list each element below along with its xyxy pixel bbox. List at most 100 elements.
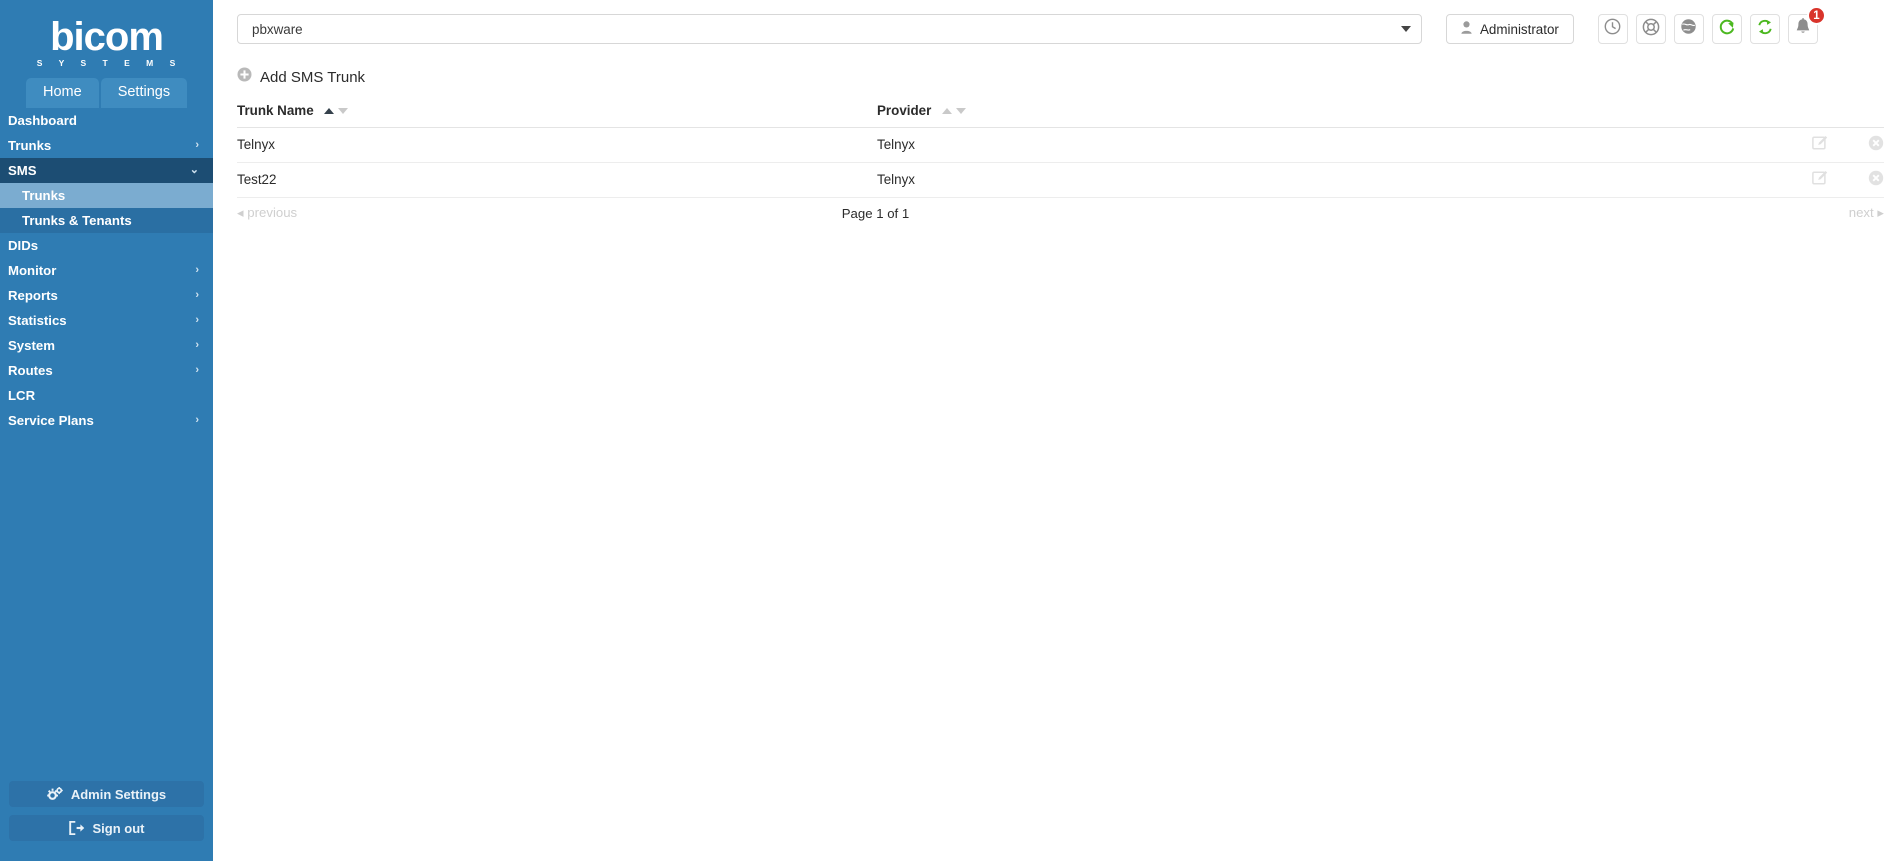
sort-ascending-icon[interactable] bbox=[942, 108, 953, 114]
cell-trunk-name: Telnyx bbox=[237, 127, 877, 163]
sidebar-item-label: Statistics bbox=[8, 313, 67, 328]
sidebar-item-dashboard[interactable]: Dashboard bbox=[0, 108, 213, 133]
next-page-label: next bbox=[1848, 205, 1874, 220]
cell-actions bbox=[1637, 162, 1884, 198]
column-header-label: Trunk Name bbox=[237, 103, 314, 118]
app-root: bicom S Y S T E M S Home Settings Dashbo… bbox=[0, 0, 1901, 861]
user-menu-button[interactable]: Administrator bbox=[1446, 14, 1574, 44]
chevron-right-icon: › bbox=[195, 364, 199, 376]
sort-descending-icon[interactable] bbox=[338, 108, 349, 114]
column-header-provider[interactable]: Provider bbox=[877, 99, 1637, 128]
sidebar-item-label: Trunks & Tenants bbox=[22, 213, 132, 228]
sidebar-item-label: System bbox=[8, 338, 55, 353]
sidebar-item-lcr[interactable]: LCR bbox=[0, 383, 213, 408]
sidebar-item-trunks[interactable]: Trunks › bbox=[0, 133, 213, 158]
column-header-label: Provider bbox=[877, 103, 932, 118]
sort-ascending-icon[interactable] bbox=[324, 108, 335, 114]
lifebuoy-icon bbox=[1642, 18, 1660, 41]
table-head: Trunk Name Provider bbox=[237, 99, 1884, 128]
user-label: Administrator bbox=[1480, 21, 1559, 37]
sign-out-button[interactable]: Sign out bbox=[9, 815, 204, 841]
sync-button[interactable] bbox=[1749, 14, 1780, 44]
sidebar-item-label: Trunks bbox=[22, 188, 66, 203]
reload-button[interactable] bbox=[1711, 14, 1742, 44]
server-select[interactable]: pbxware bbox=[237, 14, 1422, 44]
table-body: Telnyx Telnyx Test22 Telnyx bbox=[237, 127, 1884, 198]
delete-icon[interactable] bbox=[1868, 135, 1884, 154]
cell-provider: Telnyx bbox=[877, 162, 1637, 198]
sidebar: bicom S Y S T E M S Home Settings Dashbo… bbox=[0, 0, 213, 861]
sidebar-item-label: Dashboard bbox=[8, 113, 77, 128]
help-button[interactable] bbox=[1635, 14, 1666, 44]
globe-button[interactable] bbox=[1673, 14, 1704, 44]
chevron-right-icon: › bbox=[195, 289, 199, 301]
chevron-right-icon: › bbox=[195, 339, 199, 351]
sidebar-menu: Dashboard Trunks › SMS ⌄ Trunks Trunks &… bbox=[0, 108, 213, 433]
add-sms-trunk-button[interactable]: Add SMS Trunk bbox=[237, 58, 365, 99]
column-header-trunk-name[interactable]: Trunk Name bbox=[237, 99, 877, 128]
notification-badge: 1 bbox=[1806, 6, 1826, 25]
cell-trunk-name: Test22 bbox=[237, 162, 877, 198]
sidebar-item-sms[interactable]: SMS ⌄ bbox=[0, 158, 213, 183]
tab-home[interactable]: Home bbox=[26, 78, 99, 108]
clock-icon bbox=[1604, 18, 1621, 40]
sidebar-item-label: DIDs bbox=[8, 238, 39, 253]
sort-controls bbox=[942, 108, 967, 114]
main-area: pbxware Administrator 1 Add SMS Trunk Tr… bbox=[213, 0, 1901, 861]
brand-tagline: S Y S T E M S bbox=[36, 57, 183, 68]
tab-settings[interactable]: Settings bbox=[100, 78, 188, 108]
edit-icon[interactable] bbox=[1812, 170, 1828, 189]
sidebar-tabs: Home Settings bbox=[0, 78, 213, 108]
sidebar-item-label: LCR bbox=[8, 388, 36, 403]
sms-trunks-table: Trunk Name Provider Telnyx Telnyx Test22… bbox=[237, 99, 1884, 198]
caret-down-icon bbox=[1401, 26, 1411, 32]
cell-actions bbox=[1637, 127, 1884, 163]
page-info: Page 1 of 1 bbox=[841, 205, 910, 221]
sidebar-footer: Admin Settings Sign out bbox=[0, 781, 213, 849]
chevron-right-icon: › bbox=[195, 264, 199, 276]
sidebar-item-reports[interactable]: Reports › bbox=[0, 283, 213, 308]
brand-logo[interactable]: bicom S Y S T E M S bbox=[0, 0, 213, 78]
admin-settings-label: Admin Settings bbox=[70, 786, 167, 802]
sidebar-item-label: Reports bbox=[8, 288, 58, 303]
chevron-right-icon: › bbox=[195, 314, 199, 326]
delete-icon[interactable] bbox=[1868, 170, 1884, 189]
sidebar-item-label: Service Plans bbox=[8, 413, 94, 428]
sort-descending-icon[interactable] bbox=[956, 108, 967, 114]
sidebar-item-service-plans[interactable]: Service Plans › bbox=[0, 408, 213, 433]
brand-name: bicom bbox=[50, 14, 164, 59]
pagination: ◂ previous Page 1 of 1 next ▸ bbox=[237, 198, 1884, 221]
sync-icon bbox=[1756, 18, 1774, 41]
plus-circle-icon bbox=[237, 67, 252, 87]
user-icon bbox=[1461, 21, 1472, 37]
sidebar-item-sms-trunks[interactable]: Trunks bbox=[0, 183, 213, 208]
notifications-button[interactable]: 1 bbox=[1787, 6, 1826, 44]
cell-provider: Telnyx bbox=[877, 127, 1637, 163]
table-row[interactable]: Test22 Telnyx bbox=[237, 162, 1884, 198]
admin-settings-button[interactable]: Admin Settings bbox=[9, 781, 204, 807]
reload-icon bbox=[1718, 18, 1736, 41]
edit-icon[interactable] bbox=[1812, 135, 1828, 154]
globe-icon bbox=[1680, 18, 1697, 40]
sign-out-icon bbox=[68, 821, 85, 835]
chevron-down-icon: ⌄ bbox=[189, 164, 199, 176]
sort-controls bbox=[324, 108, 349, 114]
table-row[interactable]: Telnyx Telnyx bbox=[237, 127, 1884, 163]
topbar-icon-group: 1 bbox=[1597, 6, 1826, 44]
sidebar-item-monitor[interactable]: Monitor › bbox=[0, 258, 213, 283]
server-select-value: pbxware bbox=[252, 21, 303, 37]
clock-button[interactable] bbox=[1597, 14, 1628, 44]
sidebar-item-system[interactable]: System › bbox=[0, 333, 213, 358]
sidebar-item-label: Trunks bbox=[8, 138, 52, 153]
gears-icon bbox=[47, 787, 63, 801]
next-page-button[interactable]: next ▸ bbox=[1584, 205, 1884, 221]
chevron-right-icon: › bbox=[195, 139, 199, 151]
chevron-right-icon: › bbox=[195, 414, 199, 426]
sidebar-item-label: Monitor bbox=[8, 263, 57, 278]
content-area: Add SMS Trunk Trunk Name Provider Telnyx… bbox=[213, 58, 1901, 221]
sidebar-item-label: SMS bbox=[8, 163, 37, 178]
sidebar-item-statistics[interactable]: Statistics › bbox=[0, 308, 213, 333]
sidebar-item-routes[interactable]: Routes › bbox=[0, 358, 213, 383]
sidebar-item-dids[interactable]: DIDs bbox=[0, 233, 213, 258]
sidebar-item-label: Routes bbox=[8, 363, 53, 378]
